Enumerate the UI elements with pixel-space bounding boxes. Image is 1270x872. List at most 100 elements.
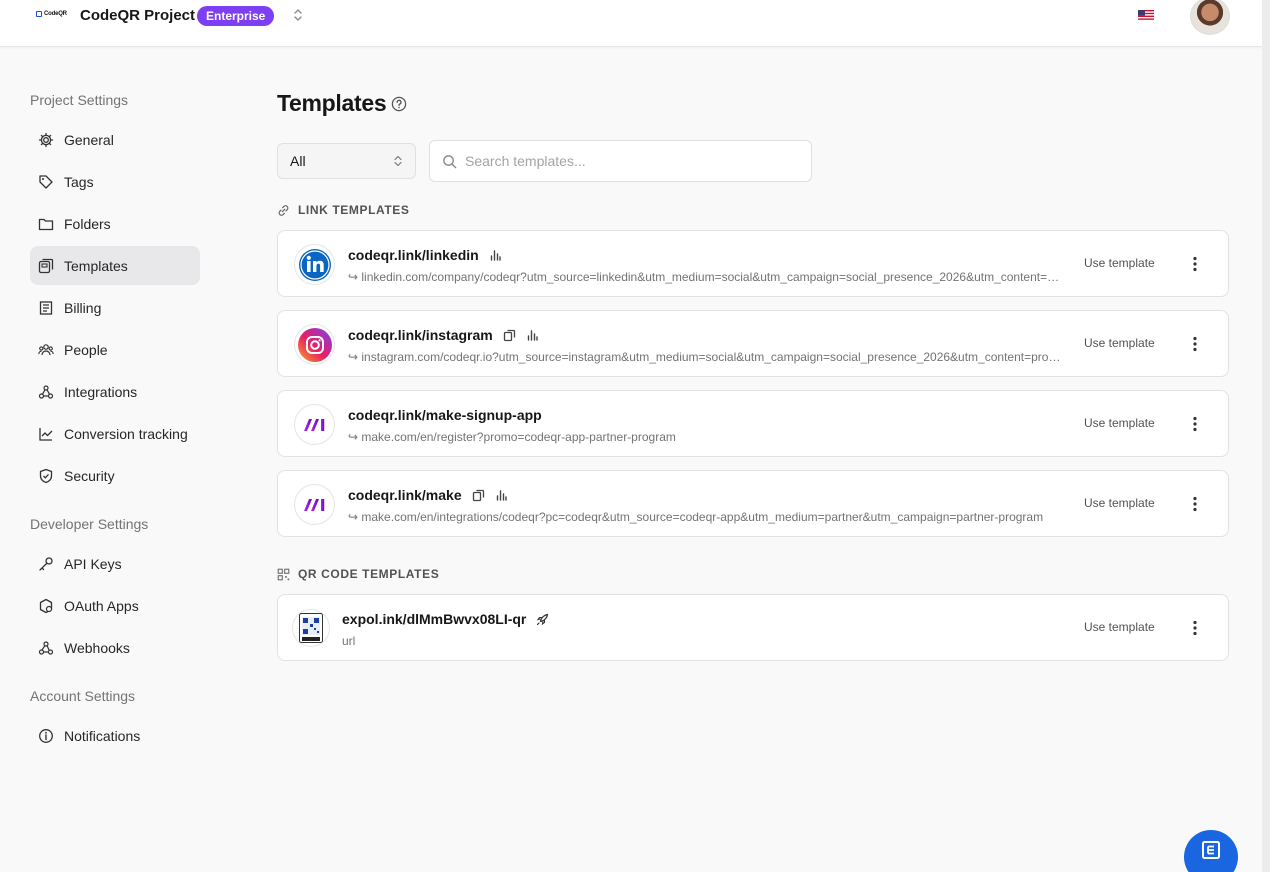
receipt-icon: [39, 300, 53, 315]
search-box[interactable]: [429, 140, 812, 182]
sidebar-item-conversion-tracking[interactable]: Conversion tracking: [30, 414, 200, 453]
sidebar-item-label: Billing: [64, 299, 102, 316]
template-card[interactable]: codeqr.link/make ↪ make.com/en/integrati…: [277, 470, 1229, 537]
template-filter-select[interactable]: All: [277, 143, 416, 179]
user-avatar[interactable]: [1190, 0, 1230, 35]
sidebar-item-label: Conversion tracking: [64, 425, 188, 442]
more-vertical-icon[interactable]: [1186, 619, 1204, 637]
template-short-link[interactable]: codeqr.link/instagram: [348, 327, 493, 343]
sidebar-item-general[interactable]: General: [30, 120, 200, 159]
chart-line-icon: [39, 427, 53, 441]
more-vertical-icon[interactable]: [1186, 415, 1204, 433]
use-template-button[interactable]: Use template: [1084, 256, 1155, 270]
sidebar-item-tags[interactable]: Tags: [30, 162, 200, 201]
instagram-logo-icon: [297, 327, 332, 362]
sidebar-item-templates[interactable]: Templates: [30, 246, 200, 285]
webhook-icon: [38, 640, 54, 655]
sidebar-item-label: Webhooks: [64, 639, 130, 656]
sidebar-item-label: Integrations: [64, 383, 138, 400]
project-name[interactable]: CodeQR Project: [80, 7, 195, 24]
destination-url: make.com/en/register?promo=codeqr-app-pa…: [361, 430, 676, 444]
page-title: Templates: [277, 90, 387, 116]
us-flag-icon[interactable]: [1138, 10, 1154, 20]
sidebar-item-notifications[interactable]: Notifications: [30, 716, 200, 755]
info-icon: [39, 728, 53, 743]
sidebar-item-webhooks[interactable]: Webhooks: [30, 628, 200, 667]
sidebar-item-label: Folders: [64, 215, 111, 232]
sidebar-item-label: OAuth Apps: [64, 597, 139, 614]
template-title: codeqr.link/linkedin: [348, 247, 502, 263]
bar-chart-icon[interactable]: [526, 329, 539, 342]
more-vertical-icon[interactable]: [1186, 495, 1204, 513]
sidebar-item-label: Security: [64, 467, 115, 484]
template-card[interactable]: codeqr.link/make-signup-app ↪ make.com/e…: [277, 390, 1229, 457]
sidebar-item-label: Tags: [64, 173, 94, 190]
use-template-button[interactable]: Use template: [1084, 416, 1155, 430]
chat-widget-icon: [1202, 841, 1220, 859]
link-icon: [278, 204, 289, 216]
project-settings-heading: Project Settings: [30, 92, 129, 108]
oauth-icon: [39, 598, 53, 613]
template-short-link[interactable]: codeqr.link/make-signup-app: [348, 407, 542, 423]
template-title: codeqr.link/instagram: [348, 327, 539, 343]
chevron-up-down-icon[interactable]: [291, 7, 305, 23]
developer-settings-heading: Developer Settings: [30, 516, 149, 532]
plan-badge: Enterprise: [197, 6, 275, 26]
bar-chart-icon[interactable]: [495, 489, 508, 502]
logo-mark-icon: [36, 11, 42, 17]
folder-icon: [38, 218, 54, 230]
top-bar: CodeQR CodeQR Project Enterprise: [0, 0, 1262, 47]
copy-icon[interactable]: [472, 489, 485, 502]
more-vertical-icon[interactable]: [1186, 335, 1204, 353]
bar-chart-icon[interactable]: [489, 249, 502, 262]
sidebar-item-billing[interactable]: Billing: [30, 288, 200, 327]
people-icon: [38, 343, 54, 355]
make-logo-icon: [303, 418, 324, 431]
qr-code-thumbnail-icon: [299, 613, 323, 643]
sidebar-item-integrations[interactable]: Integrations: [30, 372, 200, 411]
template-title: codeqr.link/make-signup-app: [348, 407, 542, 423]
destination-url: make.com/en/integrations/codeqr?pc=codeq…: [361, 510, 1044, 524]
qr-code-image: [292, 609, 330, 647]
template-card[interactable]: codeqr.link/instagram ↪ instagram.com/co…: [277, 310, 1229, 377]
chat-widget-button[interactable]: [1184, 830, 1238, 872]
use-template-button[interactable]: Use template: [1084, 620, 1155, 634]
search-input[interactable]: [465, 151, 795, 171]
use-template-button[interactable]: Use template: [1084, 496, 1155, 510]
sidebar-item-security[interactable]: Security: [30, 456, 200, 495]
linkedin-logo-icon: [298, 248, 331, 281]
template-destination: ↪ linkedin.com/company/codeqr?utm_source…: [348, 270, 1063, 284]
template-card[interactable]: codeqr.link/linkedin ↪ linkedin.com/comp…: [277, 230, 1229, 297]
destination-url: instagram.com/codeqr.io?utm_source=insta…: [361, 350, 1063, 364]
rocket-icon[interactable]: [536, 613, 549, 626]
sidebar-item-label: Notifications: [64, 727, 141, 744]
shield-icon: [39, 468, 53, 483]
search-icon: [443, 155, 457, 169]
template-short-link[interactable]: codeqr.link/make: [348, 487, 462, 503]
sidebar-item-people[interactable]: People: [30, 330, 200, 369]
help-icon[interactable]: [391, 96, 407, 112]
template-card[interactable]: expol.ink/dlMmBwvx08LI-qr url Use templa…: [277, 594, 1229, 661]
integrations-icon: [38, 384, 54, 399]
scrollbar-track[interactable]: [1262, 0, 1270, 872]
template-destination: ↪ make.com/en/integrations/codeqr?pc=cod…: [348, 510, 1044, 524]
sidebar-item-folders[interactable]: Folders: [30, 204, 200, 243]
instagram-logo: [294, 324, 335, 365]
more-vertical-icon[interactable]: [1186, 255, 1204, 273]
sidebar-item-oauth-apps[interactable]: OAuth Apps: [30, 586, 200, 625]
make-logo-icon: [303, 498, 324, 511]
copy-icon[interactable]: [503, 329, 516, 342]
logo-text: CodeQR: [44, 11, 67, 17]
section-label: LINK TEMPLATES: [298, 203, 410, 217]
template-short-link[interactable]: codeqr.link/linkedin: [348, 247, 479, 263]
templates-icon: [38, 258, 54, 273]
app-logo[interactable]: CodeQR: [36, 11, 67, 17]
template-short-link[interactable]: expol.ink/dlMmBwvx08LI-qr: [342, 611, 526, 627]
sidebar-item-api-keys[interactable]: API Keys: [30, 544, 200, 583]
qr-code-icon: [277, 568, 290, 580]
sidebar-item-label: Templates: [64, 257, 128, 274]
link-templates-heading: LINK TEMPLATES: [277, 203, 410, 217]
template-destination: url: [342, 634, 356, 648]
filter-selected-value: All: [290, 153, 306, 169]
use-template-button[interactable]: Use template: [1084, 336, 1155, 350]
